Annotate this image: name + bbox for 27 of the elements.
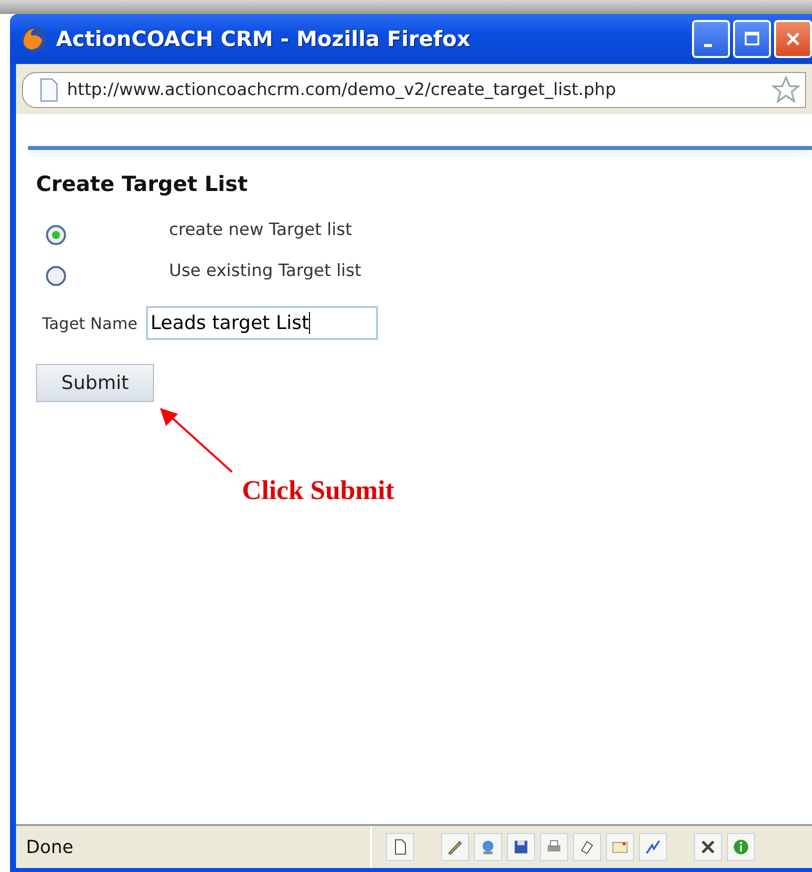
radio-button[interactable] (46, 266, 66, 286)
maximize-icon (743, 30, 761, 48)
radio-label: create new Target list (169, 220, 352, 240)
minimize-icon (704, 44, 712, 46)
pencil-icon[interactable] (441, 833, 469, 861)
minimize-button[interactable] (692, 20, 730, 58)
info-icon[interactable] (727, 833, 755, 861)
printer-icon[interactable] (540, 833, 568, 861)
page-icon (39, 77, 59, 103)
form-heading: Create Target List (36, 172, 249, 196)
radio-button[interactable] (46, 224, 66, 244)
envelope-icon[interactable] (606, 833, 634, 861)
star-icon[interactable] (771, 75, 801, 105)
maximize-button[interactable] (733, 20, 771, 58)
globe-icon[interactable] (474, 833, 502, 861)
annotation-text: Click Submit (242, 475, 394, 506)
page-icon[interactable] (386, 833, 414, 861)
window-title: ActionCOACH CRM - Mozilla Firefox (56, 27, 472, 51)
input-field[interactable]: Leads target List (146, 306, 378, 340)
radio-label: Use existing Target list (169, 260, 362, 280)
field-label: Taget Name (42, 314, 138, 332)
lightning-icon[interactable] (639, 833, 667, 861)
close-icon (784, 30, 802, 48)
address-bar[interactable]: http://www.actioncoachcrm.com/demo_v2/create_target_list.php (22, 72, 806, 108)
submit-button[interactable]: Submit (36, 364, 154, 402)
status-text: Done (26, 836, 74, 858)
close-button[interactable] (774, 20, 812, 58)
